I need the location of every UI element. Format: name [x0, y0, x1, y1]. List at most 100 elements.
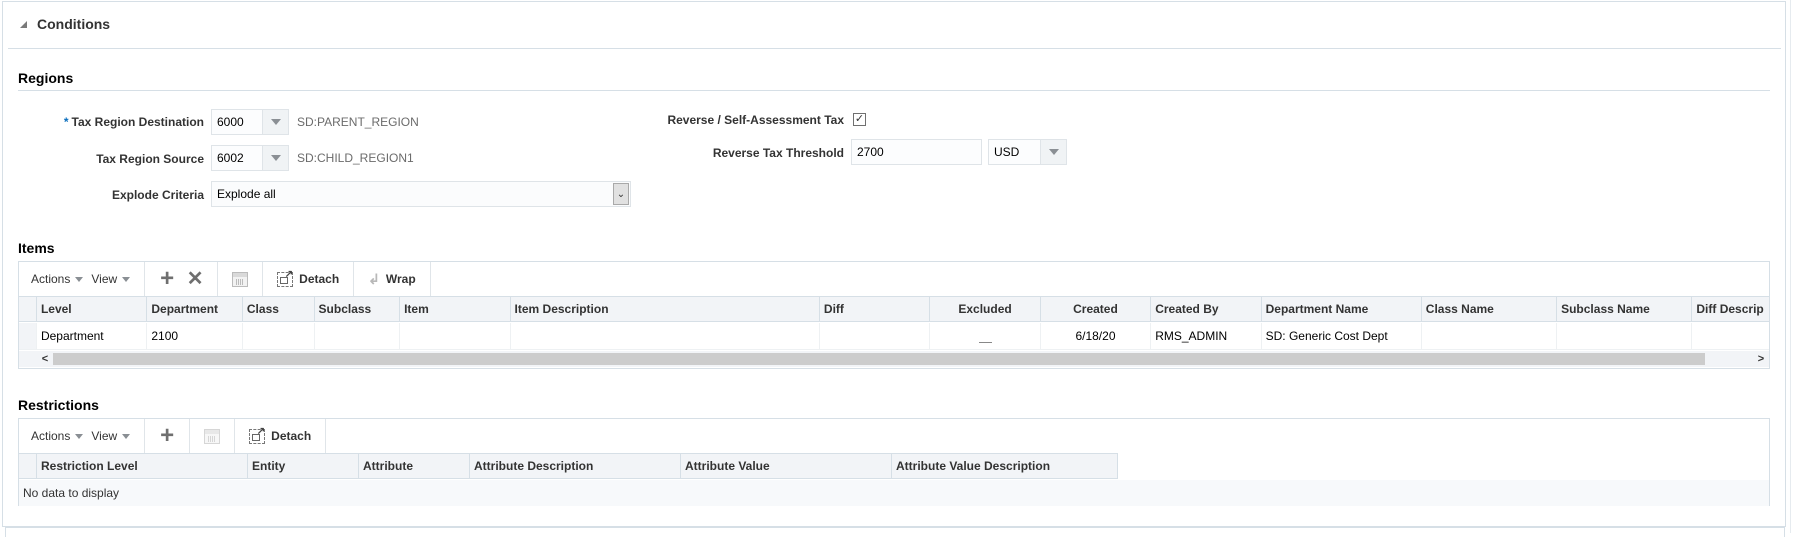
- cell-created-by: RMS_ADMIN: [1151, 323, 1262, 349]
- detach-icon: [249, 426, 266, 444]
- col-attribute-description[interactable]: Attribute Description: [470, 454, 681, 478]
- freeze-icon[interactable]: [201, 425, 223, 447]
- regions-divider: [18, 90, 1770, 91]
- explode-criteria-label: Explode Criteria: [111, 188, 204, 202]
- dropdown-arrow-icon: [122, 276, 131, 282]
- collapse-triangle-icon[interactable]: [20, 20, 27, 28]
- dropdown-arrow-icon: [270, 155, 281, 161]
- wrap-icon: ↲: [368, 270, 380, 287]
- tax-region-source-description: SD:CHILD_REGION1: [297, 151, 414, 165]
- dropdown-arrow-icon: [1048, 149, 1059, 155]
- restrictions-table: Actions View + Detach Restriction Level …: [18, 418, 1770, 506]
- col-diff[interactable]: Diff: [820, 297, 931, 321]
- explode-criteria-value: Explode all: [217, 187, 276, 201]
- restrictions-header-row: Restriction Level Entity Attribute Attri…: [19, 453, 1118, 479]
- required-marker: *: [63, 115, 69, 129]
- tax-region-source-input[interactable]: 6002: [212, 151, 262, 165]
- reverse-tax-label: Reverse / Self-Assessment Tax: [667, 113, 844, 127]
- explode-criteria-select[interactable]: Explode all ⌄: [211, 181, 631, 207]
- chevron-down-icon[interactable]: ⌄: [613, 183, 629, 205]
- col-restriction-level[interactable]: Restriction Level: [37, 454, 248, 478]
- row-header[interactable]: [19, 323, 37, 349]
- restrictions-detach-button[interactable]: Detach: [243, 426, 317, 444]
- col-created-by[interactable]: Created By: [1151, 297, 1262, 321]
- tax-region-source-combo[interactable]: 6002: [211, 145, 289, 171]
- conditions-header[interactable]: Conditions: [10, 12, 110, 36]
- items-table: Actions View + ✕ Detach ↲Wrap Level Depa…: [18, 261, 1770, 369]
- col-department[interactable]: Department: [147, 297, 243, 321]
- currency-combo[interactable]: USD: [988, 139, 1067, 165]
- col-subclass-name[interactable]: Subclass Name: [1557, 297, 1693, 321]
- cell-class: [243, 323, 315, 349]
- tax-region-destination-combo[interactable]: 6000: [211, 109, 289, 135]
- items-wrap-button[interactable]: ↲ Wrap: [362, 271, 422, 288]
- restrictions-actions-menu[interactable]: Actions: [31, 429, 84, 443]
- page-scrollbar-edge: [1790, 0, 1791, 533]
- tax-region-destination-input[interactable]: 6000: [212, 115, 262, 129]
- scroll-right-icon[interactable]: >: [1753, 353, 1769, 365]
- items-header-row: Level Department Class Subclass Item Ite…: [19, 296, 1769, 322]
- dropdown-arrow-icon: [270, 119, 281, 125]
- tax-region-source-dropdown-button[interactable]: [262, 146, 288, 170]
- cell-created: 6/18/20: [1041, 323, 1152, 349]
- dropdown-arrow-icon: [122, 433, 131, 439]
- col-level[interactable]: Level: [37, 297, 148, 321]
- reverse-tax-threshold-label: Reverse Tax Threshold: [712, 146, 844, 160]
- col-attribute-value-description[interactable]: Attribute Value Description: [892, 454, 1103, 478]
- empty-message: No data to display: [19, 480, 1769, 506]
- cell-diff: [820, 323, 931, 349]
- cell-subclass: [315, 323, 401, 349]
- col-subclass[interactable]: Subclass: [315, 297, 401, 321]
- table-row[interactable]: Department 2100 6/18/20 RMS_ADMIN SD: Ge…: [19, 323, 1769, 350]
- items-title: Items: [18, 240, 55, 256]
- dropdown-arrow-icon: [75, 433, 84, 439]
- col-attribute[interactable]: Attribute: [359, 454, 470, 478]
- items-toolbar: Actions View + ✕ Detach ↲Wrap: [19, 262, 431, 296]
- excluded-unchecked-indicator: [978, 341, 992, 343]
- col-class-name[interactable]: Class Name: [1422, 297, 1558, 321]
- scrollbar-thumb[interactable]: [53, 353, 1705, 365]
- conditions-divider: [8, 48, 1781, 49]
- tax-region-destination-dropdown-button[interactable]: [262, 110, 288, 134]
- items-actions-menu[interactable]: Actions: [31, 272, 84, 286]
- col-diff-description[interactable]: Diff Descrip: [1692, 297, 1769, 321]
- cell-item-description: [511, 323, 820, 349]
- col-department-name[interactable]: Department Name: [1262, 297, 1422, 321]
- row-header-corner: [19, 454, 37, 478]
- add-icon[interactable]: +: [156, 424, 178, 448]
- tax-region-destination-label: * Tax Region Destination: [63, 115, 204, 129]
- col-attribute-value[interactable]: Attribute Value: [681, 454, 892, 478]
- items-horizontal-scrollbar[interactable]: < >: [19, 351, 1769, 367]
- cell-level: Department: [37, 323, 148, 349]
- scroll-left-icon[interactable]: <: [37, 353, 53, 365]
- tax-region-source-label: Tax Region Source: [96, 152, 204, 166]
- col-class[interactable]: Class: [243, 297, 315, 321]
- delete-icon[interactable]: ✕: [184, 268, 206, 290]
- restrictions-toolbar: Actions View + Detach: [19, 419, 327, 453]
- freeze-icon[interactable]: [229, 268, 251, 290]
- cell-subclass-name: [1557, 323, 1693, 349]
- regions-title: Regions: [18, 70, 74, 86]
- dropdown-arrow-icon: [75, 276, 84, 282]
- items-detach-button[interactable]: Detach: [271, 269, 345, 287]
- row-header-corner: [19, 297, 37, 321]
- currency-input[interactable]: USD: [989, 145, 1040, 159]
- currency-dropdown-button[interactable]: [1040, 140, 1066, 164]
- detach-icon: [277, 269, 294, 287]
- col-excluded[interactable]: Excluded: [930, 297, 1041, 321]
- items-view-menu[interactable]: View: [91, 272, 131, 286]
- cell-excluded: [930, 323, 1041, 349]
- reverse-tax-checkbox[interactable]: ✓: [853, 113, 866, 126]
- reverse-tax-threshold-input[interactable]: 2700: [851, 139, 982, 165]
- col-created[interactable]: Created: [1041, 297, 1152, 321]
- col-item-description[interactable]: Item Description: [511, 297, 820, 321]
- cell-diff-description: [1692, 323, 1769, 349]
- restrictions-title: Restrictions: [18, 397, 99, 413]
- col-entity[interactable]: Entity: [248, 454, 359, 478]
- add-icon[interactable]: +: [156, 267, 178, 291]
- cell-item: [400, 323, 511, 349]
- cell-class-name: [1422, 323, 1558, 349]
- tax-region-destination-description: SD:PARENT_REGION: [297, 115, 419, 129]
- col-item[interactable]: Item: [400, 297, 511, 321]
- restrictions-view-menu[interactable]: View: [91, 429, 131, 443]
